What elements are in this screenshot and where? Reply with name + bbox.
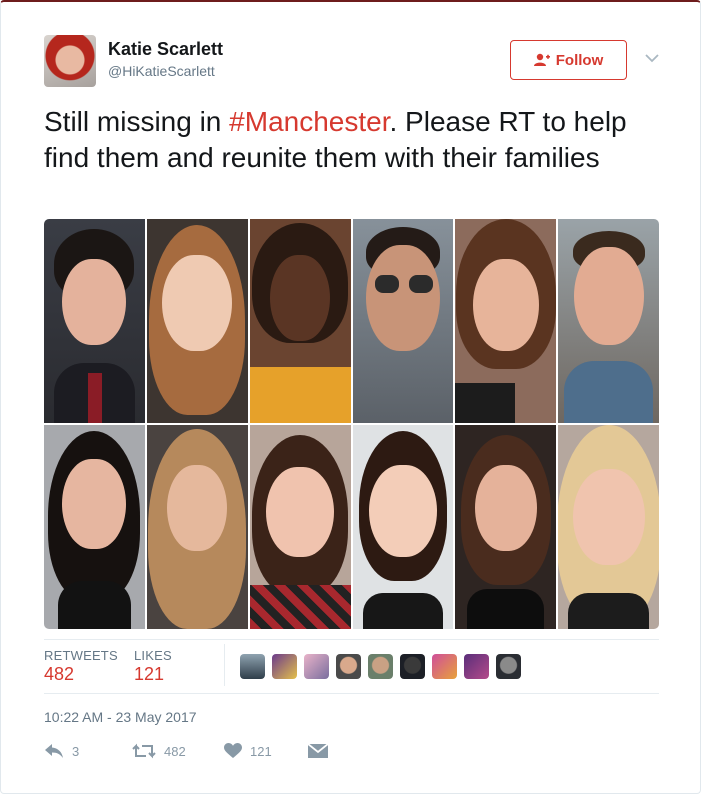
photo-11[interactable] [455, 425, 557, 629]
photo-1[interactable] [44, 219, 145, 423]
reply-count: 3 [72, 743, 80, 759]
photo-4[interactable] [352, 219, 454, 423]
reply-button[interactable]: 3 [44, 743, 79, 759]
photo-9[interactable] [249, 425, 351, 629]
user-handle[interactable]: @HiKatieScarlett [108, 63, 215, 79]
photo-5[interactable] [455, 219, 557, 423]
photo-10[interactable] [352, 425, 454, 629]
chevron-down-icon [645, 54, 659, 63]
avatar[interactable] [44, 35, 96, 87]
retweet-button[interactable]: 482 [132, 743, 186, 759]
divider-top [44, 639, 659, 640]
liker-avatar[interactable] [464, 654, 489, 679]
liker-avatar[interactable] [496, 654, 521, 679]
liker-avatar[interactable] [304, 654, 329, 679]
liker-avatar[interactable] [240, 654, 265, 679]
retweet-icon [132, 743, 156, 759]
liker-avatar[interactable] [432, 654, 457, 679]
divider-bottom [44, 693, 659, 694]
retweet-count: 482 [164, 743, 186, 759]
photo-8[interactable] [146, 425, 248, 629]
more-menu-button[interactable] [641, 50, 663, 68]
reply-icon [45, 744, 63, 758]
like-count: 121 [250, 743, 272, 759]
photo-7[interactable] [44, 425, 145, 629]
like-button[interactable]: 121 [224, 743, 272, 759]
retweets-label[interactable]: RETWEETS [44, 648, 118, 663]
liker-avatar[interactable] [336, 654, 361, 679]
follow-label: Follow [555, 51, 604, 69]
likes-count[interactable]: 121 [134, 664, 164, 685]
user-name[interactable]: Katie Scarlett [108, 39, 223, 60]
likes-label[interactable]: LIKES [134, 648, 172, 663]
photo-3[interactable] [249, 219, 351, 423]
retweets-count[interactable]: 482 [44, 664, 74, 685]
heart-icon [224, 743, 242, 758]
stats-separator [224, 644, 225, 686]
tweet-text-start: Still missing in [44, 106, 230, 137]
photo-12[interactable] [558, 425, 659, 629]
direct-message-button[interactable] [308, 743, 328, 759]
photo-2[interactable] [146, 219, 248, 423]
liker-avatar[interactable] [400, 654, 425, 679]
add-user-icon [533, 53, 550, 66]
hashtag-link[interactable]: #Manchester [229, 106, 389, 137]
liker-avatar[interactable] [272, 654, 297, 679]
liker-avatar[interactable] [368, 654, 393, 679]
photo-collage[interactable] [44, 219, 659, 629]
envelope-icon [308, 743, 328, 758]
tweet-text: Still missing in #Manchester. Please RT … [44, 104, 644, 176]
tweet-timestamp[interactable]: 10:22 AM - 23 May 2017 [44, 709, 197, 725]
follow-button[interactable]: Follow [510, 40, 627, 80]
photo-6[interactable] [558, 219, 659, 423]
